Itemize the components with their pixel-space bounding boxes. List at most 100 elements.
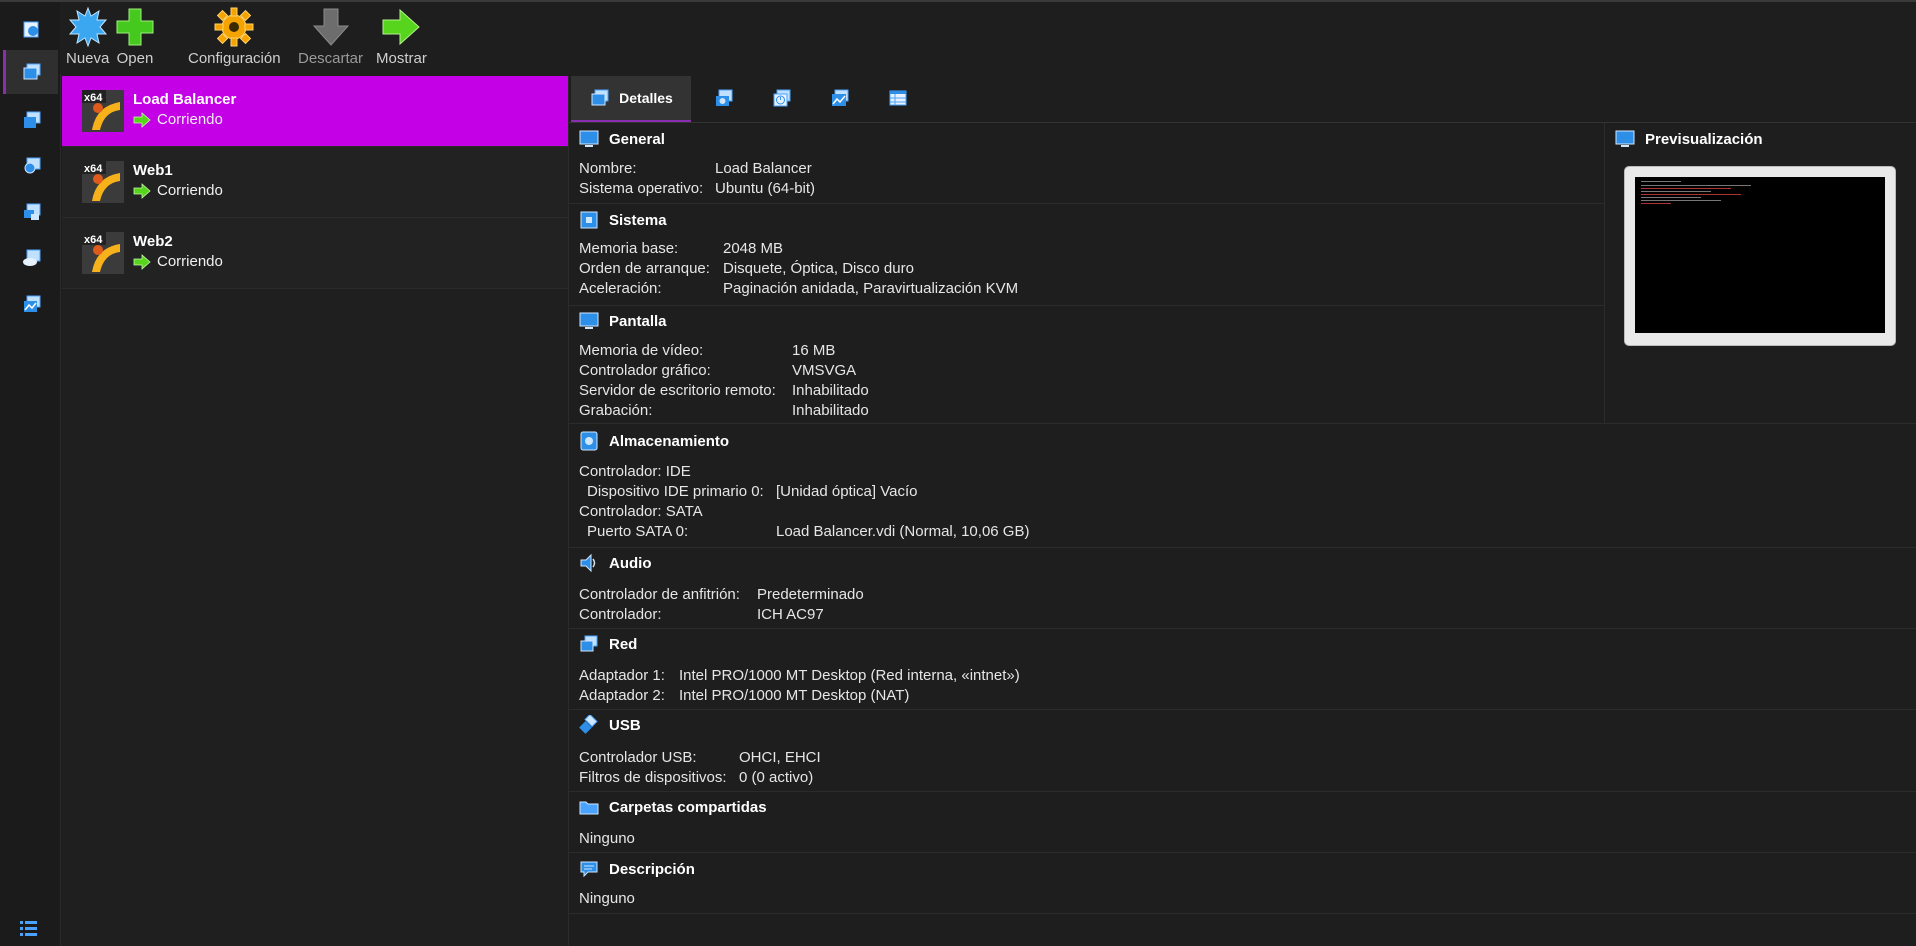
section-display-title: Pantalla: [609, 312, 667, 330]
storage-ide-device-value: [Unidad óptica] Vacío: [776, 483, 918, 500]
rail-activity-button[interactable]: [6, 282, 58, 326]
section-general-title: General: [609, 130, 665, 148]
section-preview: Previsualización: [1604, 123, 1916, 424]
rail-network-button[interactable]: [6, 190, 58, 234]
rail-welcome-button[interactable]: [6, 8, 58, 52]
network-adapter2-value: Intel PRO/1000 MT Desktop (NAT): [679, 687, 910, 704]
open-button[interactable]: Open: [114, 6, 156, 67]
list-menu-icon: [20, 921, 37, 936]
section-description: Descripción Ninguno: [569, 853, 1916, 914]
section-description-header[interactable]: Descripción: [579, 859, 695, 879]
gear-icon: [214, 7, 254, 47]
section-shared-folders: Carpetas compartidas Ninguno: [569, 791, 1916, 853]
preview-thumbnail[interactable]: [1625, 167, 1895, 345]
main-toolbar: Nueva Open Configuración Descartar Mostr…: [60, 2, 1916, 74]
tab-logs[interactable]: [757, 76, 807, 120]
section-usb-header[interactable]: USB: [579, 715, 641, 735]
storage-sata-controller: Controlador: SATA: [579, 503, 703, 520]
network-adapter1-label: Adaptador 1:: [579, 667, 665, 684]
show-button[interactable]: Mostrar: [376, 6, 427, 67]
section-storage-header[interactable]: Almacenamiento: [579, 431, 729, 451]
display-rdp-value: Inhabilitado: [792, 382, 869, 399]
usb-filters-value: 0 (0 activo): [739, 769, 814, 786]
section-audio-header[interactable]: Audio: [579, 553, 652, 573]
open-label: Open: [116, 50, 154, 67]
section-shared-title: Carpetas compartidas: [609, 798, 767, 816]
show-label: Mostrar: [376, 50, 427, 67]
extensions-icon: [24, 111, 41, 128]
media-icon: [24, 157, 41, 174]
general-os-value: Ubuntu (64-bit): [715, 180, 816, 197]
rail-machines-button[interactable]: [3, 50, 58, 94]
os-badge-text: x64: [84, 163, 103, 175]
storage-disk-icon: [580, 431, 598, 451]
rail-media-button[interactable]: [6, 144, 58, 188]
tab-performance[interactable]: [815, 76, 865, 120]
network-icon: [580, 635, 598, 652]
display-rdp-label: Servidor de escritorio remoto:: [579, 382, 776, 399]
section-display-header[interactable]: Pantalla: [579, 311, 667, 331]
section-shared-header[interactable]: Carpetas compartidas: [579, 797, 767, 817]
running-arrow-icon: [133, 253, 151, 270]
performance-chart-icon: [832, 89, 849, 106]
new-label: Nueva: [66, 50, 110, 67]
speech-bubble-icon: [580, 861, 598, 878]
tab-file-manager[interactable]: [873, 76, 923, 120]
monitor-icon: [579, 130, 599, 147]
new-button[interactable]: Nueva: [66, 6, 109, 67]
section-network-title: Red: [609, 635, 638, 653]
storage-ide-device-label: Dispositivo IDE primario 0:: [587, 483, 764, 500]
audio-host-label: Controlador de anfitrión:: [579, 586, 740, 603]
audio-controller-value: ICH AC97: [757, 606, 824, 623]
settings-button[interactable]: Configuración: [188, 6, 281, 67]
folder-icon: [579, 801, 599, 815]
usb-icon: [579, 715, 598, 734]
settings-label: Configuración: [188, 50, 281, 67]
discard-button[interactable]: Descartar: [298, 6, 363, 67]
system-accel-label: Aceleración:: [579, 280, 662, 297]
rail-cloud-button[interactable]: [6, 236, 58, 280]
tab-details-label: Detalles: [619, 90, 673, 106]
section-usb: USB Controlador USB: OHCI, EHCI Filtros …: [569, 709, 1916, 792]
details-panel: Detalles General Nombre: Load Balancer S…: [568, 76, 1916, 946]
system-memory-label: Memoria base:: [579, 240, 679, 257]
file-manager-icon: [889, 90, 907, 106]
system-memory-value: 2048 MB: [723, 240, 784, 257]
general-name-value: Load Balancer: [715, 160, 812, 177]
tab-snapshots[interactable]: [699, 76, 749, 120]
tab-details[interactable]: Detalles: [571, 76, 691, 122]
ubuntu-x64-os-icon: x64: [82, 232, 124, 274]
discard-down-arrow-icon: [312, 8, 349, 46]
running-arrow-icon: [133, 111, 151, 128]
vm-list: x64 Load Balancer Corriendo x64 Web1 Cor…: [62, 76, 568, 946]
audio-host-value: Predeterminado: [757, 586, 864, 603]
display-vram-value: 16 MB: [792, 342, 836, 359]
vm-item-load-balancer[interactable]: x64 Load Balancer Corriendo: [62, 76, 568, 147]
welcome-icon: [23, 21, 39, 38]
shared-value: Ninguno: [579, 830, 635, 847]
network-adapter2-label: Adaptador 2:: [579, 687, 665, 704]
ubuntu-x64-os-icon: x64: [82, 90, 124, 132]
section-display: Pantalla Memoria de vídeo: 16 MB Control…: [569, 305, 1604, 424]
snapshots-camera-icon: [716, 89, 733, 106]
section-system-header[interactable]: Sistema: [579, 210, 667, 230]
vm-name: Load Balancer: [133, 91, 237, 108]
section-network: Red Adaptador 1: Intel PRO/1000 MT Deskt…: [569, 628, 1916, 710]
network-manager-icon: [24, 203, 41, 220]
rail-extensions-button[interactable]: [6, 98, 58, 142]
usb-filters-label: Filtros de dispositivos:: [579, 769, 727, 786]
network-adapter1-value: Intel PRO/1000 MT Desktop (Red interna, …: [679, 667, 1020, 684]
section-network-header[interactable]: Red: [579, 634, 637, 654]
vm-item-web1[interactable]: x64 Web1 Corriendo: [62, 147, 568, 218]
rail-menu-button[interactable]: [18, 918, 40, 944]
section-preview-header[interactable]: Previsualización: [1615, 129, 1763, 149]
display-vram-label: Memoria de vídeo:: [579, 342, 704, 359]
system-boot-value: Disquete, Óptica, Disco duro: [723, 260, 914, 277]
storage-ide-controller: Controlador: IDE: [579, 463, 691, 480]
section-general-header[interactable]: General: [579, 129, 665, 149]
os-badge-text: x64: [84, 234, 103, 246]
section-general: General Nombre: Load Balancer Sistema op…: [569, 123, 1604, 204]
show-right-arrow-icon: [382, 8, 421, 46]
storage-sata-port-label: Puerto SATA 0:: [587, 523, 689, 540]
vm-item-web2[interactable]: x64 Web2 Corriendo: [62, 218, 568, 289]
